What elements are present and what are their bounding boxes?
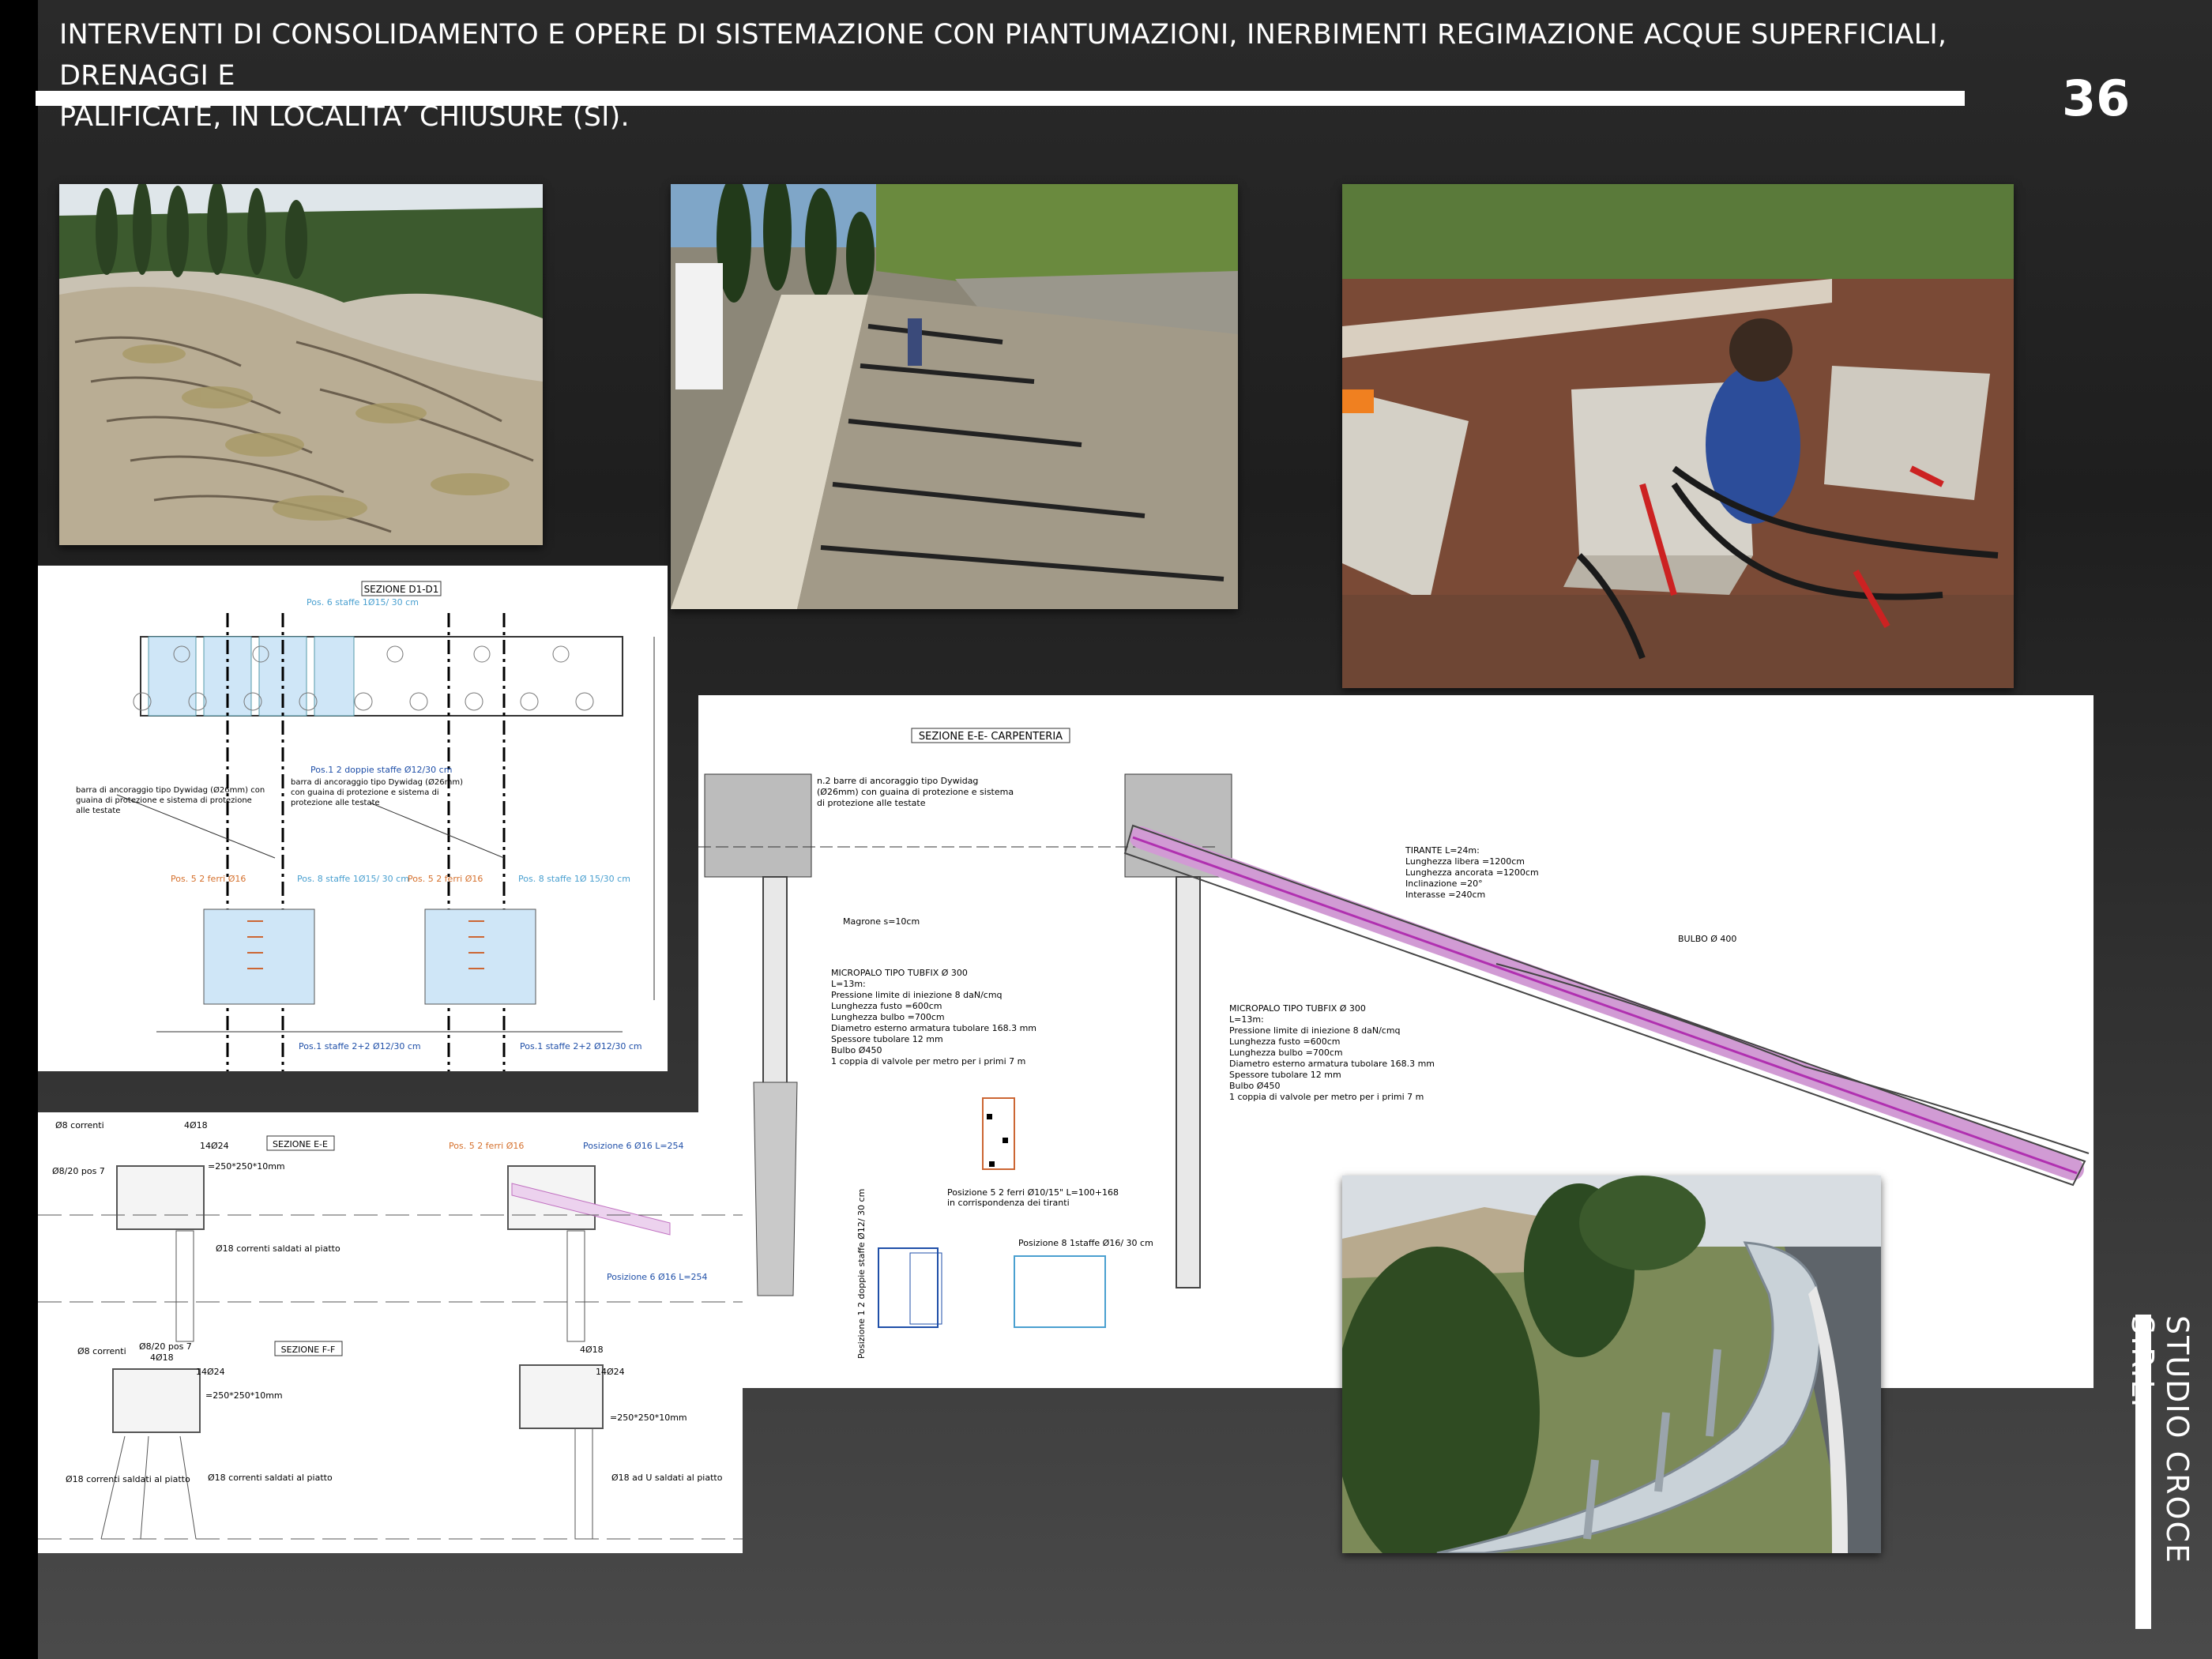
ef-ee-14024: 14Ø24: [200, 1141, 229, 1151]
e-section-title: SEZIONE E-E- CARPENTERIA: [919, 731, 1063, 743]
ef-ff-14024: 14Ø24: [196, 1367, 225, 1377]
tirante-line: TIRANTE L=24m:: [1405, 845, 1480, 856]
e-tirante: TIRANTE L=24m:Lunghezza libera =1200cmLu…: [1405, 845, 1539, 900]
left-black-strip: [0, 0, 38, 1659]
tirante-line: Lunghezza libera =1200cm: [1405, 856, 1525, 867]
brand-label: STUDIO CROCE S.R.L.: [2125, 1315, 2195, 1564]
d1-pos1-right: Pos.1 staffe 2+2 Ø12/30 cm: [520, 1041, 642, 1051]
tirante-line: Lunghezza ancorata =1200cm: [1405, 867, 1539, 878]
e-magrone: Magrone s=10cm: [843, 916, 920, 927]
ef-ff-saldati-b: Ø18 correnti saldati al piatto: [208, 1473, 333, 1483]
micropalo-right-line: MICROPALO TIPO TUBFIX Ø 300: [1229, 1003, 1366, 1014]
ef-ee-correnti: Ø8 correnti: [55, 1120, 104, 1130]
photo-eroded-slope: [59, 184, 543, 545]
micropalo-right-line: 1 coppia di valvole per metro per i prim…: [1229, 1092, 1424, 1102]
photo-worker-concrete-blocks: [1342, 184, 2014, 688]
micropalo-left-line: Diametro esterno armatura tubolare 168.3…: [831, 1023, 1037, 1033]
ef-ee-plate: =250*250*10mm: [208, 1161, 285, 1172]
micropalo-left-line: L=13m:: [831, 979, 866, 989]
d1-pos6: Pos. 6 staffe 1Ø15/ 30 cm: [307, 597, 419, 608]
title-underline: [36, 91, 1965, 106]
d1-bar-left: barra di ancoraggio tipo Dywidag (Ø26mm)…: [76, 786, 265, 815]
e-micropalo-left: MICROPALO TIPO TUBFIX Ø 300L=13m:Pressio…: [831, 968, 1037, 1066]
micropalo-right-line: Lunghezza fusto =600cm: [1229, 1036, 1341, 1047]
d1-bar-mid: barra di ancoraggio tipo Dywidag (Ø26mm)…: [291, 778, 463, 807]
micropalo-right-line: L=13m:: [1229, 1014, 1264, 1025]
micropalo-right-line: Spessore tubolare 12 mm: [1229, 1070, 1341, 1080]
page-title: INTERVENTI DI CONSOLIDAMENTO E OPERE DI …: [59, 14, 1971, 137]
ef-ee-pos5: Pos. 5 2 ferri Ø16: [449, 1141, 524, 1151]
micropalo-left-line: Pressione limite di iniezione 8 daN/cmq: [831, 990, 1003, 1000]
micropalo-right-line: Bulbo Ø450: [1229, 1081, 1281, 1091]
micropalo-left-line: 1 coppia di valvole per metro per i prim…: [831, 1056, 1026, 1066]
e-micropalo-right: MICROPALO TIPO TUBFIX Ø 300L=13m:Pressio…: [1229, 1003, 1435, 1102]
drawing-section-d1: SEZIONE D1-D1 Pos. 6 staffe 1Ø15/ 30 cm …: [38, 566, 668, 1071]
title-line-1: INTERVENTI DI CONSOLIDAMENTO E OPERE DI …: [59, 19, 1947, 92]
micropalo-left-line: Bulbo Ø450: [831, 1045, 882, 1055]
drawing-sections-ee-ff: SEZIONE E-E Ø8 correnti 4Ø18 14Ø24 Ø8/20…: [38, 1112, 743, 1553]
d1-pos1-double: Pos.1 2 doppie staffe Ø12/30 cm: [310, 765, 452, 775]
ef-ff-4018: 4Ø18: [150, 1352, 174, 1363]
ef-ee-4018: 4Ø18: [184, 1120, 208, 1130]
e-bulbo: BULBO Ø 400: [1678, 934, 1736, 944]
ef-ff-title: SEZIONE F-F: [281, 1345, 336, 1355]
ef-ff-4018-r: 4Ø18: [580, 1345, 604, 1355]
e-pos8-note: Posizione 8 1staffe Ø16/ 30 cm: [1018, 1238, 1153, 1248]
ef-ff-14024-r: 14Ø24: [596, 1367, 625, 1377]
ef-ee-pos6: Posizione 6 Ø16 L=254: [583, 1141, 684, 1151]
d1-pos1-left: Pos.1 staffe 2+2 Ø12/30 cm: [299, 1041, 421, 1051]
micropalo-left-line: Spessore tubolare 12 mm: [831, 1034, 943, 1044]
micropalo-right-line: Pressione limite di iniezione 8 daN/cmq: [1229, 1025, 1401, 1036]
micropalo-right-line: Lunghezza bulbo =700cm: [1229, 1048, 1343, 1058]
micropalo-left-line: MICROPALO TIPO TUBFIX Ø 300: [831, 968, 968, 978]
micropalo-left-line: Lunghezza bulbo =700cm: [831, 1012, 945, 1022]
d1-pos8-left: Pos. 8 staffe 1Ø15/ 30 cm: [297, 874, 409, 884]
d1-section-title: SEZIONE D1-D1: [364, 584, 439, 595]
photo-anchor-bars-worksite: [671, 184, 1238, 609]
ef-ff-saldati-a: Ø18 correnti saldati al piatto: [66, 1474, 190, 1484]
tirante-line: Interasse =240cm: [1405, 890, 1486, 900]
e-pos5-note: Posizione 5 2 ferri Ø10/15" L=100+168: [947, 1187, 1119, 1198]
ef-ff-plate: =250*250*10mm: [205, 1390, 283, 1401]
page-number: 36: [2062, 70, 2131, 127]
ef-ff-u: Ø18 ad U saldati al piatto: [611, 1473, 723, 1483]
ef-ee-saldati: Ø18 correnti saldati al piatto: [216, 1243, 340, 1254]
ef-ee-title: SEZIONE E-E: [273, 1139, 328, 1149]
ef-ff-correnti: Ø8 correnti: [77, 1346, 126, 1356]
d1-pos8-right: Pos. 8 staffe 1Ø 15/30 cm: [518, 874, 630, 884]
d1-pos5-right: Pos. 5 2 ferri Ø16: [408, 874, 483, 884]
ef-ff-plate-r: =250*250*10mm: [610, 1413, 687, 1423]
micropalo-left-line: Lunghezza fusto =600cm: [831, 1001, 942, 1011]
tirante-line: Inclinazione =20°: [1405, 878, 1483, 889]
ef-ee-pos7: Ø8/20 pos 7: [52, 1166, 105, 1176]
e-bar-note-full: n.2 barre di ancoraggio tipo Dywidag (Ø2…: [817, 776, 1014, 809]
micropalo-right-line: Diametro esterno armatura tubolare 168.3…: [1229, 1059, 1435, 1069]
ef-ee-pos6b: Posizione 6 Ø16 L=254: [607, 1272, 708, 1282]
d1-pos5-left: Pos. 5 2 ferri Ø16: [171, 874, 246, 884]
ef-ff-pos7: Ø8/20 pos 7: [139, 1341, 192, 1352]
e-pos1-vertical: Posizione 1 2 doppie staffe Ø12/ 30 cm: [856, 1189, 867, 1359]
e-pos5-note2: in corrispondenza dei tiranti: [947, 1198, 1070, 1208]
photo-guardrail-road: [1342, 1176, 1881, 1553]
